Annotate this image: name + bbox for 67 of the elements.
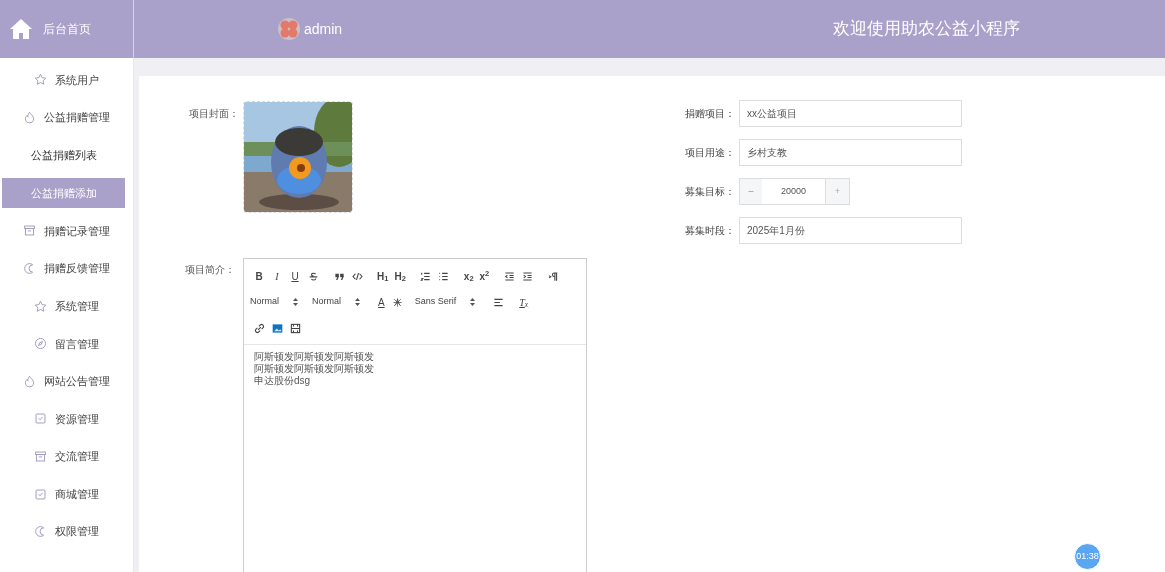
underline-button[interactable]: U [286,268,304,284]
avatar-icon [278,18,300,40]
field-label: 募集目标： [684,185,736,199]
menu-item[interactable]: 系统管理 [0,287,133,325]
menu-item[interactable]: 商城管理 [0,475,133,513]
format-button[interactable]: H$_{2}$ [391,268,409,284]
text-field[interactable]: 乡村支教 [739,139,962,166]
number-value: 20000 [780,184,807,198]
menu-item[interactable]: 权限管理 [0,512,133,551]
pilcrow-icon[interactable] [547,270,559,282]
flame-icon [23,374,36,388]
sort-caret-icon [470,298,476,306]
rich-text-editor[interactable]: B I U H$_{1}$ H$_{2}$ x$_{2}$ x$^{2}$ Normal Normal A Sans Serif T$_{x}$ 阿斯顿发阿斯顿发阿斯顿发 阿斯顿发阿斯顿发阿斯顿发 申达股份dsg [243,258,587,572]
format-button[interactable]: H$_{1}$ [374,268,392,284]
menu-item[interactable]: 网站公告管理 [0,362,133,401]
field-label: 捐赠项目： [684,107,736,121]
checklist-icon [34,487,47,501]
sort-caret-icon [355,298,361,306]
field-label: 项目简介： [184,263,236,277]
field-label: 项目封面： [188,107,240,121]
star-icon [34,73,47,87]
format-select[interactable]: Sans Serif [414,295,482,309]
compass-icon [34,337,47,351]
font-color-button[interactable]: A [374,294,389,310]
italic-button[interactable]: I [268,268,286,284]
ordered-list-icon[interactable] [420,270,432,282]
star-icon [34,299,47,313]
format-button[interactable]: x$^{2}$ [476,268,493,284]
sort-caret-icon [293,298,298,306]
editor-text-line: 阿斯顿发阿斯顿发阿斯顿发 [254,351,375,363]
menu-item[interactable]: 留言管理 [0,324,133,363]
box-icon [34,450,47,464]
timer-badge: 01:38 [1074,543,1101,570]
text-field[interactable]: 2025年1月份 [739,217,962,244]
menu-item[interactable]: 资源管理 [0,400,133,438]
format-button[interactable]: x$_{2}$ [460,268,477,284]
checklist-icon [34,412,47,426]
text-field[interactable]: xx公益项目 [739,100,962,127]
format-select[interactable]: Normal [250,295,304,309]
format-select[interactable]: Normal [312,295,367,309]
outdent-icon[interactable] [503,270,515,282]
moon-icon [23,262,36,276]
menu-item[interactable]: 交流管理 [0,437,133,476]
align-icon[interactable] [492,296,504,308]
username: admin [304,19,343,39]
menu-item[interactable]: 捐赠记录管理 [0,212,133,250]
bullet-list-icon[interactable] [438,270,450,282]
bold-button[interactable]: B [250,268,268,284]
menu-item[interactable]: 系统用户 [0,61,133,99]
editor-text-line: 申达股份dsg [254,375,312,387]
menu-item[interactable]: 公益捐赠管理 [0,98,133,137]
menu-item[interactable]: 捐赠反馈管理 [0,249,133,288]
moon-icon [34,525,47,539]
field-label: 募集时段： [684,224,736,238]
field-label: 项目用途： [684,146,736,160]
page-title: 欢迎使用助农公益小程序 [833,18,1020,41]
flame-icon [23,110,36,124]
image-icon[interactable] [271,322,283,334]
strikethrough-icon[interactable] [307,270,319,282]
editor-text-line: 阿斯顿发阿斯顿发阿斯顿发 [254,363,375,375]
submenu-item[interactable]: 公益捐赠列表 [2,140,125,171]
indent-icon[interactable] [521,270,533,282]
code-icon[interactable] [351,270,363,282]
clear-format-button[interactable]: T$_{x}$ [515,294,533,310]
film-icon[interactable] [289,322,301,334]
link-icon[interactable] [253,322,265,334]
box-icon [23,224,36,238]
